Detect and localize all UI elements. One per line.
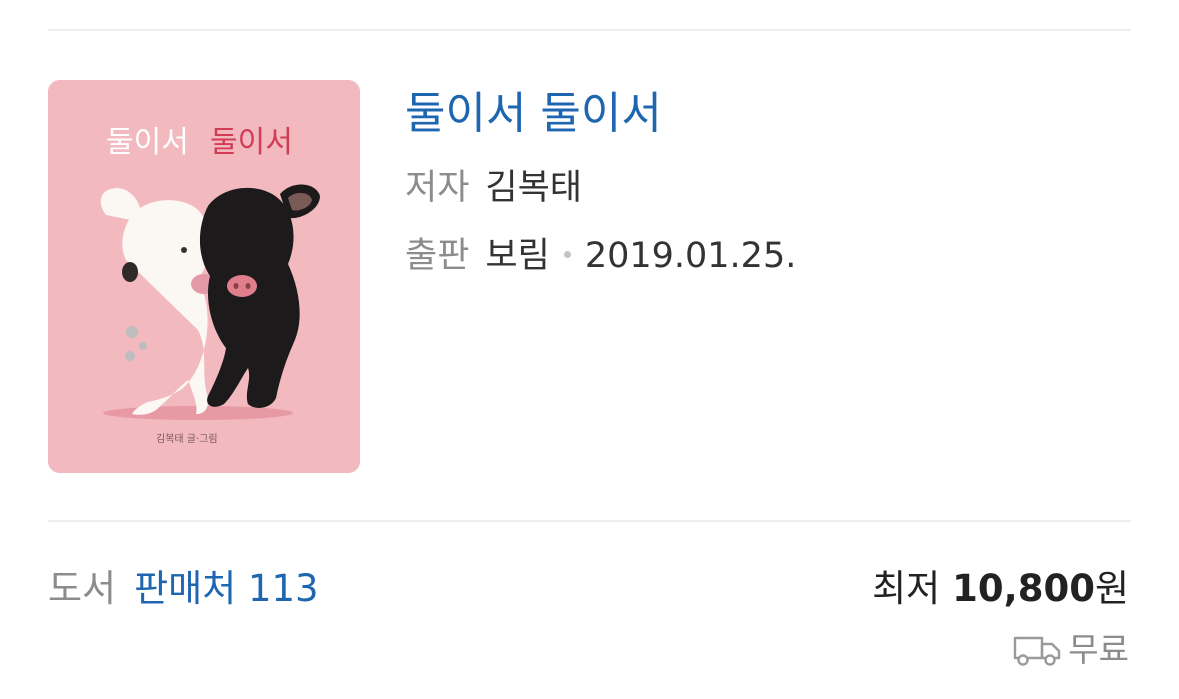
publisher-name: 보림 xyxy=(485,236,550,276)
price-value: 10,800 xyxy=(952,567,1095,610)
cover-title-part2: 둘이서 xyxy=(210,125,293,160)
lowest-price[interactable]: 최저 10,800원 xyxy=(872,566,1129,612)
top-divider xyxy=(48,29,1131,31)
author-label: 저자 xyxy=(405,168,470,208)
book-cover-image[interactable]: 둘이서 둘이서 김복태 글·그림 xyxy=(48,80,360,473)
category-label: 도서 xyxy=(48,567,117,610)
cover-credit: 김복태 글·그림 xyxy=(156,433,218,445)
shipping-info: 무료 xyxy=(1012,628,1129,672)
author-row: 저자 김복태 xyxy=(405,166,582,210)
price-unit: 원 xyxy=(1094,567,1129,610)
publisher-row: 출판 보림 2019.01.25. xyxy=(405,234,796,278)
sellers-link[interactable]: 판매처 113 xyxy=(134,567,319,610)
book-title-link[interactable]: 둘이서 둘이서 xyxy=(405,86,662,142)
author-name: 김복태 xyxy=(485,168,583,208)
truck-icon xyxy=(1014,636,1061,666)
shipping-label: 무료 xyxy=(1068,630,1129,669)
book-cover-illustration: 둘이서 둘이서 김복태 글·그림 xyxy=(48,80,360,473)
section-divider xyxy=(48,520,1131,522)
listing-info: 도서 판매처 113 xyxy=(48,566,319,612)
price-label: 최저 xyxy=(872,567,941,610)
separator-dot xyxy=(563,250,571,258)
publisher-label: 출판 xyxy=(405,236,470,276)
cover-title-part1: 둘이서 xyxy=(106,125,189,160)
publish-date: 2019.01.25. xyxy=(584,236,797,276)
